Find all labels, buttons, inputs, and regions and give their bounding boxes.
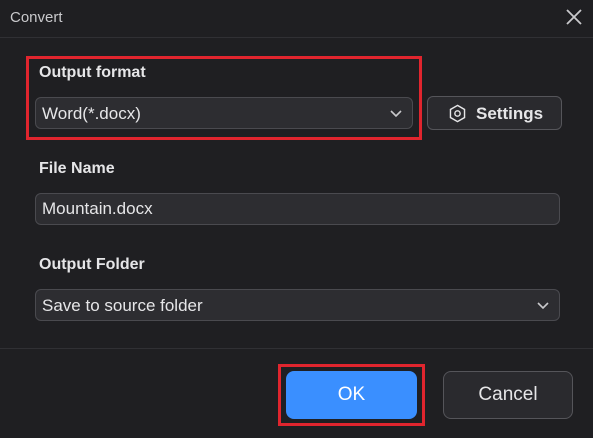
chevron-down-icon <box>537 302 549 310</box>
output-folder-label: Output Folder <box>39 256 145 273</box>
footer-divider <box>0 348 593 349</box>
output-folder-select[interactable]: Save to source folder <box>35 289 560 321</box>
dialog-title: Convert <box>10 9 63 26</box>
settings-button-label: Settings <box>476 104 544 123</box>
title-bar: Convert <box>0 0 593 38</box>
output-folder-value: Save to source folder <box>42 296 203 315</box>
cancel-button[interactable]: Cancel <box>443 371 573 419</box>
output-format-highlight <box>26 56 422 140</box>
file-name-label: File Name <box>39 160 115 177</box>
gear-hexagon-icon <box>449 104 466 123</box>
file-name-field[interactable] <box>35 193 560 225</box>
settings-button[interactable]: Settings <box>427 96 562 130</box>
close-icon[interactable] <box>561 4 587 30</box>
ok-button[interactable]: OK <box>286 371 417 419</box>
convert-dialog: Convert Output format Word(*.docx) Setti… <box>0 0 593 438</box>
file-name-input[interactable] <box>36 194 559 224</box>
